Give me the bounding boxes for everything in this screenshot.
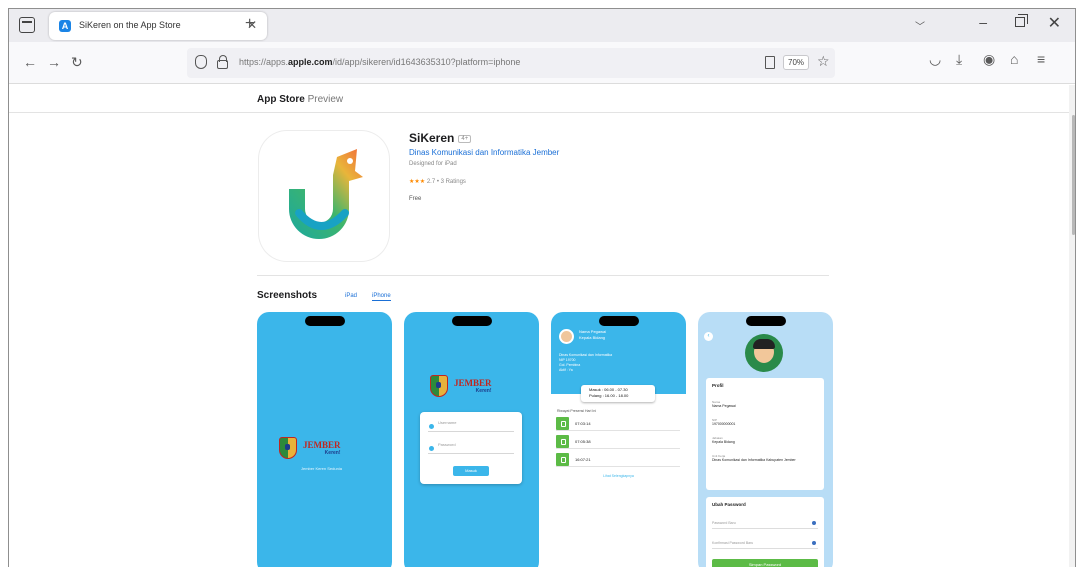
profile-field: Nama Nama Pegawai: [712, 400, 736, 408]
jember-logo-text: JEMBER Keren!: [454, 378, 492, 394]
divider: [257, 275, 829, 276]
jember-crest-icon: [279, 437, 297, 459]
screenshot-profile[interactable]: ‹ Profil Nama Nama Pegawai NIP 19700000000…: [698, 312, 833, 567]
tab-title: SiKeren on the App Store: [79, 20, 181, 30]
schedule-card: Masuk : 06.00 - 07.30 Pulang : 16.00 - 18…: [581, 385, 655, 402]
profile-field: Jabatan Kepala Bidang: [712, 436, 735, 444]
fingerprint-icon: [556, 417, 569, 430]
pocket-icon[interactable]: ◡: [929, 51, 941, 68]
profile-field: NIP 197000000001: [712, 418, 736, 426]
account-icon[interactable]: ◉: [983, 51, 995, 68]
username-field[interactable]: Username: [428, 420, 514, 432]
bookmark-star-icon[interactable]: ☆: [817, 53, 830, 70]
attendance-header: Nama Pegawai Kepala Bidang Dinas Komunika…: [551, 312, 686, 394]
employee-name: Nama Pegawai Kepala Bidang: [579, 329, 607, 340]
profile-heading: Profil: [712, 383, 724, 388]
phone-notch: [598, 316, 639, 326]
url-text[interactable]: https://apps.apple.com/id/app/sikeren/id…: [239, 57, 520, 67]
navigation-bar: ← → ↻ https://apps.apple.com/id/app/sike…: [9, 42, 1075, 84]
avatar: [559, 329, 574, 344]
window-close-icon[interactable]: ✕: [1048, 13, 1061, 33]
password-heading: Ubah Password: [712, 502, 746, 507]
screenshots-heading: Screenshots: [257, 290, 318, 301]
star-rating-icon: ★★★: [409, 179, 426, 185]
download-icon[interactable]: ⤓: [956, 51, 962, 68]
see-more-link: Lihat Selengkapnya: [603, 474, 634, 478]
phone-notch: [745, 316, 786, 326]
age-rating-badge: 4+: [458, 135, 472, 143]
list-item: 07:05:38: [556, 434, 680, 449]
chevron-down-icon[interactable]: ﹀: [915, 18, 925, 33]
store-header: App Store Preview: [9, 85, 1069, 113]
hair-icon: [753, 339, 775, 349]
screenshot-login[interactable]: JEMBER Keren! Username Password Masuk: [404, 312, 539, 567]
tab-iphone[interactable]: iPhone: [372, 293, 391, 301]
splash-tagline: Jember Keren Sedunia: [301, 466, 342, 471]
list-item: 07:03:14: [556, 416, 680, 431]
phone-notch: [451, 316, 492, 326]
reader-view-icon[interactable]: [765, 56, 775, 69]
shield-icon[interactable]: [195, 55, 207, 69]
jember-logo-text: JEMBER Keren!: [303, 440, 341, 456]
jember-crest-icon: [430, 375, 448, 397]
tab-strip: A SiKeren on the App Store ✕ + ﹀ – ✕: [9, 9, 1075, 42]
phone-notch: [304, 316, 345, 326]
designed-for: Designed for iPad: [409, 161, 457, 167]
back-icon: ‹: [704, 332, 713, 341]
back-icon[interactable]: ←: [23, 54, 37, 70]
price: Free: [409, 196, 422, 202]
sikeren-logo-icon: [289, 149, 363, 239]
developer-link[interactable]: Dinas Komunikasi dan Informatika Jember: [409, 148, 559, 157]
url-bar[interactable]: https://apps.apple.com/id/app/sikeren/id…: [187, 48, 835, 78]
password-field[interactable]: Password: [428, 442, 514, 454]
profile-field: Unit Kerja Dinas Komunikasi dan Informati…: [712, 454, 796, 462]
fingerprint-icon: [556, 435, 569, 448]
employee-info: Dinas Komunikasi dan Informatika NIP 197…: [559, 353, 613, 372]
list-item: 16:07:21: [556, 452, 680, 467]
password-card: Ubah Password Password Baru Konfirmasi P…: [706, 497, 824, 567]
app-name: SiKeren 4+: [409, 131, 472, 145]
login-button[interactable]: Masuk: [453, 466, 489, 476]
scrollbar-thumb[interactable]: [1072, 115, 1075, 235]
login-card: Username Password Masuk: [420, 412, 522, 484]
history-label: Riwayat Presensi Hari Ini: [557, 409, 597, 413]
zoom-level[interactable]: 70%: [783, 55, 810, 70]
minimize-icon[interactable]: –: [979, 14, 987, 30]
menu-icon[interactable]: ≡: [1037, 51, 1045, 67]
avatar: [745, 334, 783, 372]
confirm-password-field: Konfirmasi Password Baru: [712, 537, 818, 549]
app-store-preview-title[interactable]: App Store Preview: [257, 94, 343, 105]
forward-icon[interactable]: →: [47, 54, 61, 70]
browser-window: A SiKeren on the App Store ✕ + ﹀ – ✕ ← →…: [8, 8, 1076, 567]
profile-card: Profil Nama Nama Pegawai NIP 197000000001 …: [706, 378, 824, 490]
new-tab-icon[interactable]: +: [245, 15, 254, 33]
web-page: App Store Preview SiKeren 4+ Dinas Komun…: [9, 85, 1075, 567]
app-store-favicon-icon: A: [59, 20, 71, 32]
screenshot-splash[interactable]: JEMBER Keren! Jember Keren Sedunia: [257, 312, 392, 567]
tab-ipad[interactable]: iPad: [345, 293, 357, 299]
browser-tab[interactable]: A SiKeren on the App Store ✕: [49, 12, 267, 40]
tab-overview-icon[interactable]: [19, 17, 35, 33]
reload-icon[interactable]: ↻: [71, 54, 83, 71]
fingerprint-icon: [556, 453, 569, 466]
page-scrollbar[interactable]: [1069, 85, 1075, 567]
rating: ★★★ 2.7 • 3 Ratings: [409, 179, 466, 185]
screenshot-attendance[interactable]: Nama Pegawai Kepala Bidang Dinas Komunika…: [551, 312, 686, 567]
app-icon: [259, 131, 389, 261]
lock-icon[interactable]: [217, 55, 228, 69]
new-password-field: Password Baru: [712, 517, 818, 529]
extensions-icon[interactable]: ⌂: [1010, 51, 1018, 67]
restore-icon[interactable]: [1015, 14, 1028, 27]
save-password-button: Simpan Password: [712, 559, 818, 567]
